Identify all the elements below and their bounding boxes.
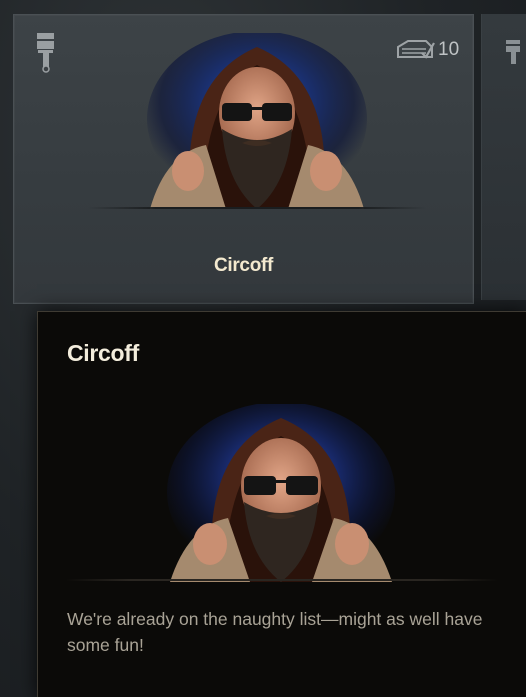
crew-tooltip: Circoff We're already on the naughty lis… — [37, 311, 526, 697]
crew-portrait-large — [167, 404, 395, 582]
crew-portrait — [147, 33, 367, 209]
paintbrush-icon — [37, 33, 54, 73]
paintbrush-icon — [506, 40, 520, 64]
card-divider — [88, 207, 426, 209]
slot-count: 10 — [438, 39, 460, 60]
tooltip-divider — [66, 579, 498, 581]
crew-card[interactable]: 10 Circoff — [13, 14, 474, 304]
crew-name: Circoff — [213, 255, 274, 276]
tooltip-description: We're already on the naughty list—might … — [67, 609, 483, 655]
crew-selection-panel: 10 Circoff Circoff We're already on the … — [0, 0, 526, 697]
tooltip-title: Circoff — [67, 340, 140, 366]
garage-slot-icon — [397, 40, 435, 59]
